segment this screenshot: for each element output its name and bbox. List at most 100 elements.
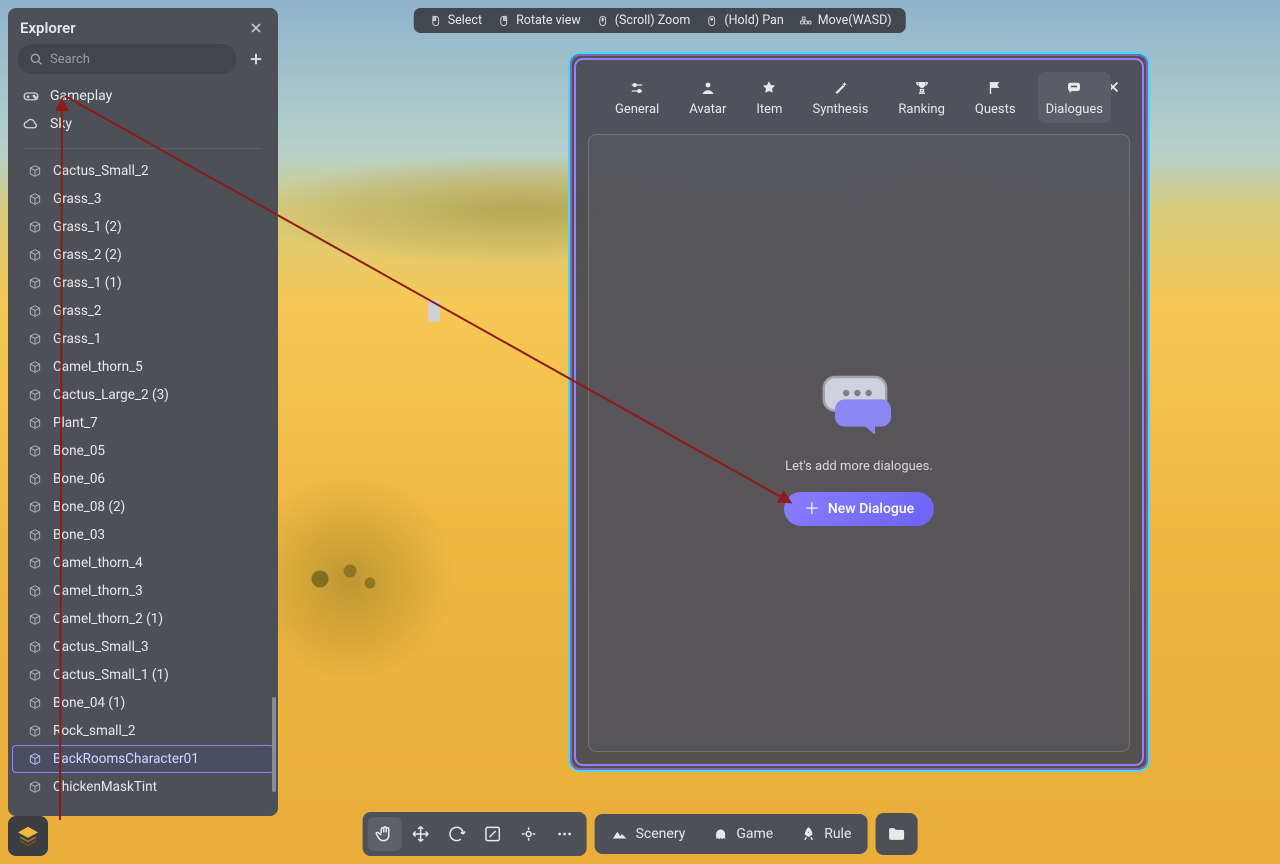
close-icon xyxy=(248,20,264,36)
explorer-object-item[interactable]: Grass_1 (1) xyxy=(12,269,274,297)
explorer-object-item[interactable]: Grass_3 xyxy=(12,185,274,213)
add-object-button[interactable] xyxy=(244,47,268,71)
explorer-object-item[interactable]: Bone_03 xyxy=(12,521,274,549)
tab-label: Ranking xyxy=(898,102,945,117)
tab-dialogues[interactable]: Dialogues xyxy=(1038,72,1111,123)
explorer-object-item[interactable]: Camel_thorn_4 xyxy=(12,549,274,577)
move-tool-button[interactable] xyxy=(404,817,438,851)
cube-icon xyxy=(27,275,43,291)
explorer-object-item[interactable]: Camel_thorn_2 (1) xyxy=(12,605,274,633)
explorer-object-item[interactable]: Bone_05 xyxy=(12,437,274,465)
wand-icon xyxy=(830,78,850,98)
hand-icon xyxy=(375,824,395,844)
mode-scenery-button[interactable]: Scenery xyxy=(599,819,698,849)
snap-icon xyxy=(519,824,539,844)
explorer-object-item[interactable]: Cactus_Large_2 (3) xyxy=(12,381,274,409)
cube-icon xyxy=(27,555,43,571)
viewport-hint: Rotate view xyxy=(496,13,581,28)
cube-icon xyxy=(27,723,43,739)
scene-vegetation xyxy=(290,555,390,595)
layers-icon xyxy=(17,825,39,847)
cube-icon xyxy=(27,667,43,683)
explorer-object-item[interactable]: Grass_2 xyxy=(12,297,274,325)
more-tools-button[interactable] xyxy=(548,817,582,851)
search-icon xyxy=(28,51,44,67)
tab-item[interactable]: Item xyxy=(748,72,790,123)
rotate-tool-button[interactable] xyxy=(440,817,474,851)
snap-tool-button[interactable] xyxy=(512,817,546,851)
explorer-object-label: Bone_05 xyxy=(53,443,105,459)
cube-icon xyxy=(27,443,43,459)
explorer-object-label: Rock_small_2 xyxy=(53,723,135,739)
tab-synthesis[interactable]: Synthesis xyxy=(804,72,876,123)
cube-icon xyxy=(27,583,43,599)
scrollbar-thumb[interactable] xyxy=(272,697,276,792)
explorer-object-label: Camel_thorn_5 xyxy=(53,359,143,375)
explorer-object-item[interactable]: Grass_1 xyxy=(12,325,274,353)
hand-tool-button[interactable] xyxy=(368,817,402,851)
tab-quests[interactable]: Quests xyxy=(967,72,1024,123)
tab-general[interactable]: General xyxy=(607,72,667,123)
viewport-hint-label: Move(WASD) xyxy=(818,13,892,28)
cube-icon xyxy=(27,163,43,179)
scale-icon xyxy=(483,824,503,844)
explorer-object-item[interactable]: Cactus_Small_3 xyxy=(12,633,274,661)
tab-label: Synthesis xyxy=(812,102,868,117)
search-input[interactable] xyxy=(50,52,226,67)
cube-icon xyxy=(27,247,43,263)
flag-icon xyxy=(985,78,1005,98)
viewport-hint-label: (Scroll) Zoom xyxy=(615,13,691,28)
explorer-divider xyxy=(24,148,262,149)
explorer-top-item-label: Sky xyxy=(50,116,72,132)
tab-avatar[interactable]: Avatar xyxy=(681,72,734,123)
viewport-hint: Move(WASD) xyxy=(798,13,892,28)
explorer-close-button[interactable] xyxy=(246,18,266,38)
explorer-panel: Explorer GameplaySky Cactus_Small_2Grass… xyxy=(8,8,278,816)
explorer-object-item[interactable]: Rock_small_2 xyxy=(12,717,274,745)
cube-icon xyxy=(27,779,43,795)
scene-character xyxy=(428,300,440,322)
explorer-object-item[interactable]: Bone_08 (2) xyxy=(12,493,274,521)
tab-label: Quests xyxy=(975,102,1016,117)
explorer-top-item-gameplay[interactable]: Gameplay xyxy=(8,82,278,110)
explorer-object-label: Grass_1 xyxy=(53,331,101,347)
explorer-object-item[interactable]: Camel_thorn_5 xyxy=(12,353,274,381)
explorer-object-list[interactable]: Cactus_Small_2 Grass_3 Grass_1 (2)Grass_2 … xyxy=(8,157,278,816)
explorer-object-label: Bone_06 xyxy=(53,471,105,487)
mode-label: Game xyxy=(736,826,773,842)
explorer-object-item[interactable]: Cactus_Small_1 (1) xyxy=(12,661,274,689)
explorer-object-item[interactable]: Grass_1 (2) xyxy=(12,213,274,241)
explorer-object-item[interactable]: Bone_04 (1) xyxy=(12,689,274,717)
explorer-object-item[interactable]: Plant_7 xyxy=(12,409,274,437)
layers-button[interactable] xyxy=(8,816,48,856)
explorer-object-item[interactable]: Bone_06 xyxy=(12,465,274,493)
tab-ranking[interactable]: Ranking xyxy=(890,72,953,123)
tab-label: Item xyxy=(756,102,782,117)
explorer-object-label: Grass_3 xyxy=(53,191,101,207)
plus-icon: ＋ xyxy=(804,501,820,517)
tab-label: Avatar xyxy=(689,102,726,117)
scale-tool-button[interactable] xyxy=(476,817,510,851)
new-dialogue-button[interactable]: ＋ New Dialogue xyxy=(784,492,934,526)
explorer-object-item[interactable]: Camel_thorn_3 xyxy=(12,577,274,605)
more-icon xyxy=(555,824,575,844)
ghost-icon xyxy=(711,825,729,843)
explorer-object-item[interactable]: Grass_2 (2) xyxy=(12,241,274,269)
explorer-top-item-sky[interactable]: Sky xyxy=(8,110,278,138)
star-icon xyxy=(759,78,779,98)
cube-icon xyxy=(27,415,43,431)
tab-label: Dialogues xyxy=(1046,102,1103,117)
mode-rule-button[interactable]: Rule xyxy=(787,819,863,849)
new-dialogue-label: New Dialogue xyxy=(828,501,914,517)
explorer-object-item[interactable]: BackRoomsCharacter01 xyxy=(12,745,274,773)
folder-icon xyxy=(886,824,906,844)
search-input-wrap[interactable] xyxy=(18,44,236,74)
explorer-object-item[interactable]: Cactus_Small_2 xyxy=(12,157,274,185)
mouse-middle-icon xyxy=(704,13,719,28)
assets-folder-button[interactable] xyxy=(875,813,917,855)
mode-game-button[interactable]: Game xyxy=(699,819,785,849)
cube-icon xyxy=(27,219,43,235)
viewport-hint-label: Rotate view xyxy=(516,13,581,28)
explorer-object-item[interactable]: ChickenMaskTint xyxy=(12,773,274,801)
explorer-object-label: Plant_7 xyxy=(53,415,98,431)
